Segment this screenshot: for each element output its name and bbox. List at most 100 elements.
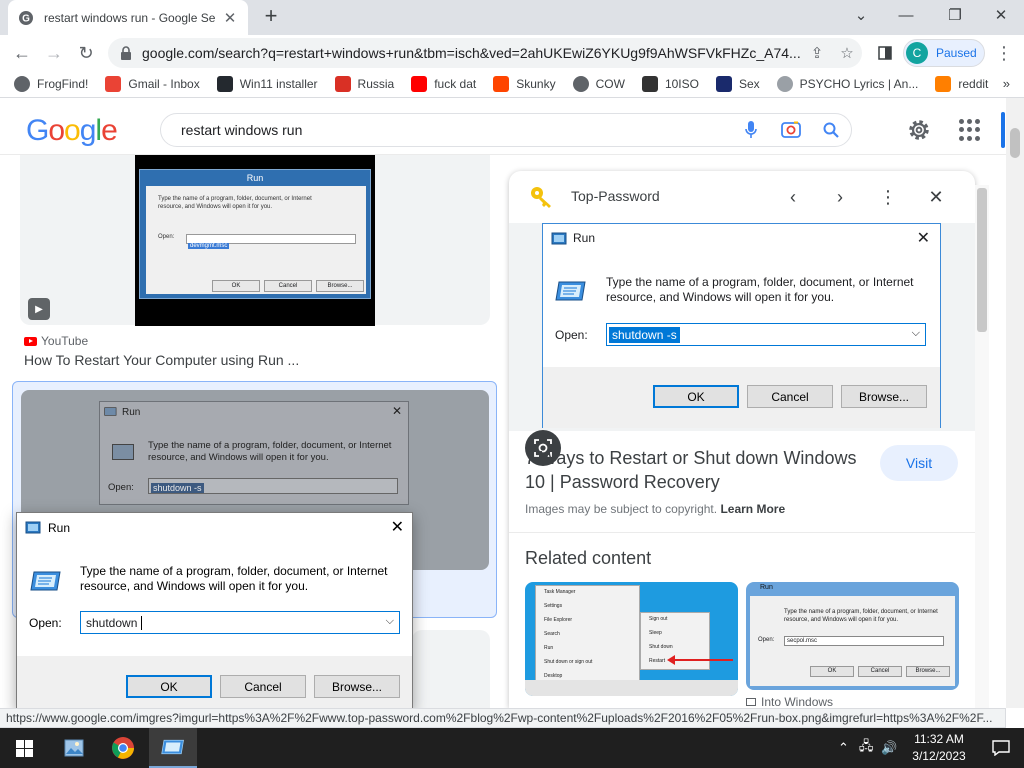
clock-date: 3/12/2023 bbox=[912, 749, 966, 763]
taskbar-clock[interactable]: 11:32 AM 3/12/2023 bbox=[900, 731, 978, 765]
related-caption[interactable]: Into Windows bbox=[746, 695, 833, 708]
chevron-down-icon[interactable]: ⌄ bbox=[837, 0, 885, 30]
search-icon[interactable] bbox=[811, 122, 851, 138]
clock-time: 11:32 AM bbox=[914, 732, 964, 746]
settings-gear-icon[interactable] bbox=[906, 117, 932, 143]
preview-run-dialog: Run ✕ Type the name of a program, folder… bbox=[542, 223, 941, 428]
taskbar-chrome-icon[interactable] bbox=[99, 728, 147, 768]
cancel-button[interactable]: Cancel bbox=[220, 675, 306, 698]
start-button[interactable] bbox=[0, 728, 48, 768]
bookmark-item[interactable]: COW bbox=[572, 76, 625, 92]
video-run-screenshot: Run Type the name of a program, folder, … bbox=[139, 169, 371, 299]
bookmark-label: PSYCHO Lyrics | An... bbox=[799, 77, 919, 91]
chevron-up-icon[interactable]: ⌃ bbox=[838, 740, 849, 756]
microphone-icon[interactable] bbox=[731, 120, 771, 140]
tab-google-search[interactable]: G restart windows run - Google Se ✕ bbox=[8, 0, 248, 35]
browse-button[interactable]: Browse... bbox=[314, 675, 400, 698]
bookmark-item[interactable]: PSYCHO Lyrics | An... bbox=[776, 76, 919, 92]
menu-item: Settings bbox=[544, 603, 563, 609]
image-result-next[interactable] bbox=[412, 630, 490, 708]
google-favicon-icon: G bbox=[19, 10, 33, 25]
bookmark-item[interactable]: reddit bbox=[935, 76, 988, 92]
side-panel-icon[interactable] bbox=[871, 39, 899, 67]
preview-site-name[interactable]: Top-Password bbox=[571, 188, 660, 204]
share-icon[interactable]: ⇪ bbox=[802, 44, 832, 62]
logo-letter: g bbox=[79, 114, 97, 147]
google-logo[interactable]: Google bbox=[26, 114, 118, 148]
bookmark-item[interactable]: Russia bbox=[334, 76, 394, 92]
youtube-icon bbox=[411, 76, 428, 92]
run-dialog-titlebar[interactable]: Run bbox=[17, 513, 412, 542]
forward-button[interactable]: → bbox=[40, 39, 68, 67]
bookmark-label: COW bbox=[595, 77, 625, 91]
result-source[interactable]: YouTube bbox=[24, 334, 88, 348]
google-apps-icon[interactable] bbox=[959, 119, 981, 141]
copyright-notice: Images may be subject to copyright. Lear… bbox=[525, 502, 786, 516]
bookmark-item[interactable]: Sex bbox=[715, 76, 760, 92]
close-preview-icon[interactable]: ✕ bbox=[924, 185, 948, 209]
notification-center-button[interactable] bbox=[978, 728, 1024, 768]
menu-kebab-icon[interactable]: ⋮ bbox=[990, 39, 1018, 67]
bookmark-label: Gmail - Inbox bbox=[128, 77, 200, 91]
scrollbar-thumb[interactable] bbox=[1010, 128, 1020, 158]
windows-logo-icon bbox=[15, 739, 33, 757]
address-bar[interactable]: google.com/search?q=restart+windows+run&… bbox=[108, 38, 862, 68]
visit-button[interactable]: Visit bbox=[880, 445, 958, 481]
ok-button[interactable]: OK bbox=[126, 675, 212, 698]
bookmark-item[interactable]: Win11 installer bbox=[216, 76, 318, 92]
more-options-icon[interactable]: ⋮ bbox=[876, 185, 900, 209]
bookmark-star-icon[interactable]: ☆ bbox=[832, 44, 862, 62]
browser-toolbar: ← → ↻ google.com/search?q=restart+window… bbox=[0, 35, 1024, 71]
preview-title[interactable]: 7 Ways to Restart or Shut down Windows 1… bbox=[525, 446, 865, 494]
page-scrollbar[interactable] bbox=[1006, 98, 1024, 708]
bookmark-item[interactable]: Skunky bbox=[493, 76, 556, 92]
bookmark-item[interactable]: fuck dat bbox=[411, 76, 476, 92]
tab-close-icon[interactable]: ✕ bbox=[222, 9, 238, 27]
play-icon[interactable]: ▶ bbox=[28, 298, 50, 320]
video-thumbnail[interactable]: Run Type the name of a program, folder, … bbox=[135, 155, 375, 326]
related-image-2[interactable]: Run Type the name of a program, folder, … bbox=[746, 582, 959, 690]
run-dialog-body: Type the name of a program, folder, docu… bbox=[17, 542, 412, 656]
bookmark-item[interactable]: FrogFind! bbox=[14, 76, 88, 92]
new-tab-button[interactable]: + bbox=[258, 4, 284, 30]
minimize-button[interactable]: — bbox=[882, 0, 930, 30]
open-input-value[interactable]: shutdown bbox=[86, 616, 137, 630]
profile-status: Paused bbox=[936, 46, 977, 60]
preview-scrollbar[interactable] bbox=[975, 185, 989, 708]
bookmark-item[interactable]: Gmail - Inbox bbox=[105, 76, 200, 92]
s-icon bbox=[715, 76, 732, 92]
bookmark-label: Win11 installer bbox=[239, 77, 318, 91]
taskbar-photos-icon[interactable] bbox=[50, 728, 98, 768]
profile-button[interactable]: C Paused bbox=[903, 39, 985, 67]
learn-more-link[interactable]: Learn More bbox=[720, 502, 785, 516]
bookmark-item[interactable]: 10ISO bbox=[641, 76, 699, 92]
preview-scrollbar-thumb[interactable] bbox=[977, 188, 987, 332]
restore-button[interactable]: ❐ bbox=[931, 0, 979, 30]
image-result-video[interactable]: Run Type the name of a program, folder, … bbox=[20, 155, 490, 326]
close-icon[interactable]: ✕ bbox=[391, 517, 404, 537]
search-input[interactable]: restart windows run bbox=[160, 113, 852, 147]
network-icon[interactable]: 🖧 bbox=[859, 737, 874, 759]
result-title[interactable]: How To Restart Your Computer using Run .… bbox=[24, 352, 299, 368]
reload-button[interactable]: ↻ bbox=[72, 39, 100, 67]
related-image-1[interactable]: Task Manager Settings File Explorer Search R… bbox=[525, 582, 738, 696]
search-query[interactable]: restart windows run bbox=[181, 122, 731, 138]
chevron-down-icon[interactable]: ⌵ bbox=[386, 615, 394, 628]
bookmark-label: fuck dat bbox=[434, 77, 477, 91]
volume-icon[interactable]: 🔊 bbox=[881, 740, 897, 756]
next-icon[interactable]: › bbox=[828, 185, 852, 209]
taskbar-run-icon[interactable] bbox=[149, 728, 197, 768]
previous-icon[interactable]: ‹ bbox=[781, 185, 805, 209]
back-button[interactable]: ← bbox=[8, 39, 36, 67]
bookmarks-overflow-button[interactable]: » bbox=[1003, 76, 1010, 91]
open-combobox[interactable]: shutdown ⌵ bbox=[80, 611, 400, 634]
preview-image[interactable]: Run ✕ Type the name of a program, folder… bbox=[509, 223, 975, 466]
logo-letter: o bbox=[64, 114, 81, 147]
submenu-item: Sleep bbox=[649, 630, 662, 636]
lock-icon[interactable] bbox=[120, 46, 132, 60]
url-text[interactable]: google.com/search?q=restart+windows+run&… bbox=[142, 45, 802, 61]
rainbow-icon bbox=[935, 76, 952, 92]
google-lens-icon[interactable] bbox=[771, 120, 811, 140]
close-window-button[interactable]: ✕ bbox=[977, 0, 1024, 30]
submenu-item: Sign out bbox=[649, 616, 668, 622]
